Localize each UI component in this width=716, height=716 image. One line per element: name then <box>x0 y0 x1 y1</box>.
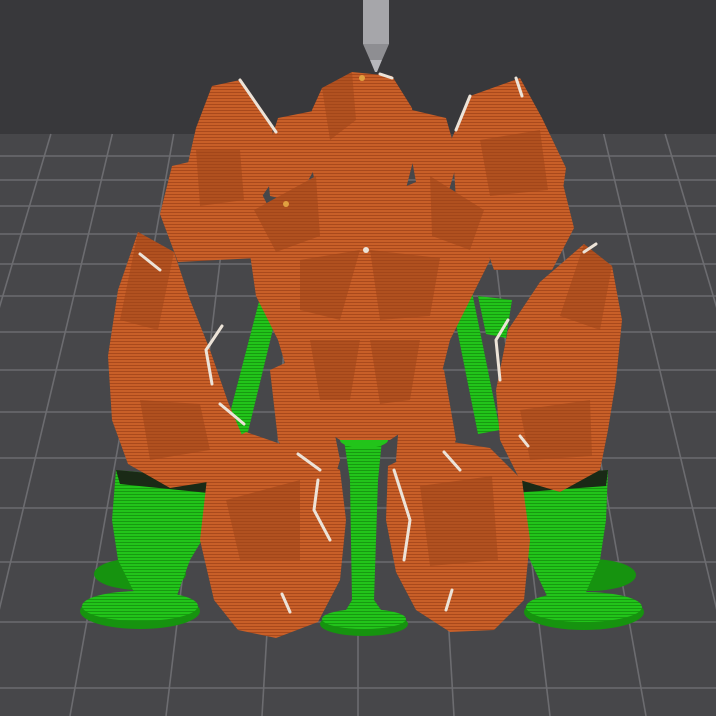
nozzle-icon <box>363 0 389 72</box>
support-pillar-center <box>340 432 388 620</box>
gcode-preview-viewport[interactable] <box>0 0 716 716</box>
sliced-model-preview[interactable] <box>0 0 716 716</box>
